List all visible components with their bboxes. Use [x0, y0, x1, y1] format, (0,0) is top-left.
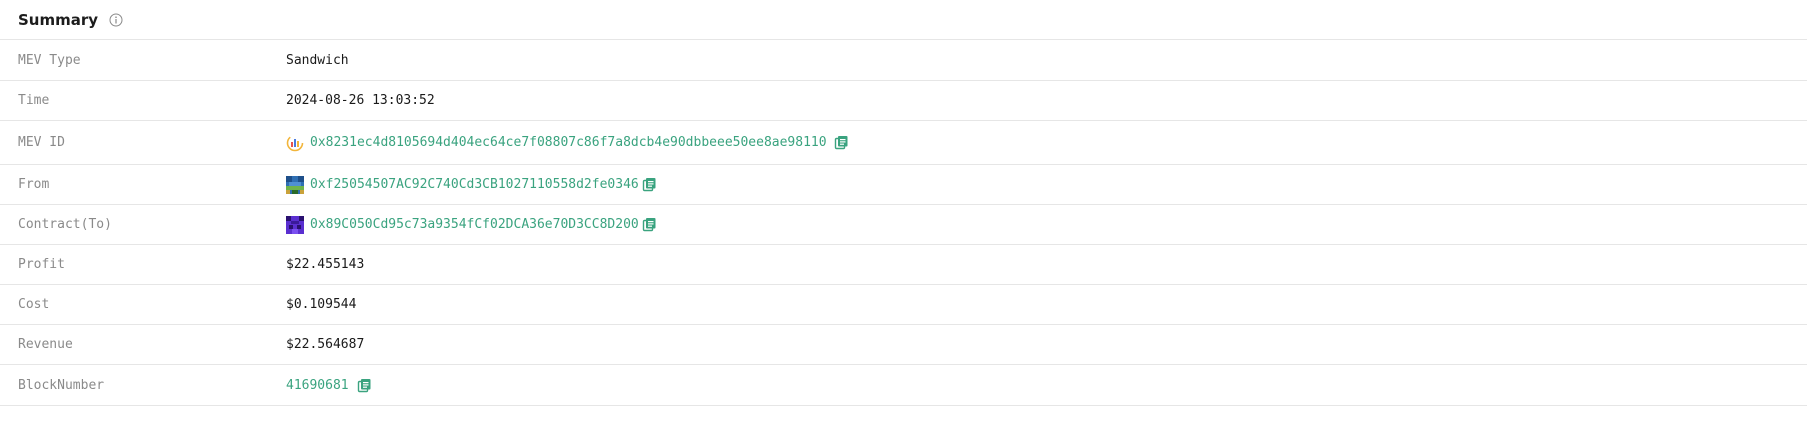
from-value-container: 0xf25054507AC92C740Cd3CB1027110558d2fe03… — [286, 175, 657, 194]
mev-type-value: Sandwich — [286, 52, 349, 68]
copy-icon[interactable] — [357, 378, 372, 393]
mev-logo-icon — [286, 134, 304, 152]
row-mev-type: MEV Type Sandwich — [0, 40, 1807, 81]
row-cost: Cost $0.109544 — [0, 285, 1807, 325]
row-mev-id: MEV ID 0x8231ec4d8105694d404ec64ce7f0880… — [0, 121, 1807, 165]
block-number-label: BlockNumber — [18, 377, 105, 393]
contract-label: Contract(To) — [18, 217, 112, 232]
row-contract: Contract(To) 0x89C050Cd95c73a9354fCf02DC… — [0, 205, 1807, 245]
revenue-value: $22.564687 — [286, 337, 365, 352]
summary-header: Summary — [0, 0, 1807, 40]
summary-panel: Summary MEV Type Sandwich Time 2024-08-2… — [0, 0, 1807, 406]
row-revenue: Revenue $22.564687 — [0, 325, 1807, 365]
contract-address-link[interactable]: 0x89C050Cd95c73a9354fCf02DCA36e70D3CC8D2… — [310, 217, 639, 232]
mev-type-label: MEV Type — [18, 52, 81, 68]
address-avatar-icon — [286, 175, 304, 194]
mev-id-link[interactable]: 0x8231ec4d8105694d404ec64ce7f08807c86f7a… — [310, 135, 827, 150]
time-value: 2024-08-26 13:03:52 — [286, 93, 435, 108]
from-address-link[interactable]: 0xf25054507AC92C740Cd3CB1027110558d2fe03… — [310, 177, 639, 192]
row-time: Time 2024-08-26 13:03:52 — [0, 81, 1807, 121]
time-label: Time — [18, 93, 50, 108]
row-block-number: BlockNumber 41690681 — [0, 365, 1807, 406]
copy-icon[interactable] — [642, 217, 657, 232]
row-from: From 0xf25054507AC92C740Cd3CB1027110558d… — [0, 165, 1807, 205]
mev-id-label: MEV ID — [18, 135, 65, 150]
copy-icon[interactable] — [642, 177, 657, 192]
contract-avatar-icon — [286, 215, 304, 234]
mev-id-value-container: 0x8231ec4d8105694d404ec64ce7f08807c86f7a… — [286, 134, 849, 152]
summary-title: Summary — [18, 10, 99, 29]
row-profit: Profit $22.455143 — [0, 245, 1807, 285]
block-number-link[interactable]: 41690681 — [286, 378, 349, 393]
cost-value: $0.109544 — [286, 297, 357, 312]
contract-value-container: 0x89C050Cd95c73a9354fCf02DCA36e70D3CC8D2… — [286, 215, 657, 234]
profit-value: $22.455143 — [286, 257, 365, 272]
revenue-label: Revenue — [18, 337, 73, 352]
profit-label: Profit — [18, 257, 65, 272]
from-label: From — [18, 177, 50, 192]
block-number-value-container: 41690681 — [286, 378, 372, 393]
copy-icon[interactable] — [834, 135, 849, 150]
cost-label: Cost — [18, 297, 50, 312]
info-icon[interactable] — [109, 13, 123, 27]
